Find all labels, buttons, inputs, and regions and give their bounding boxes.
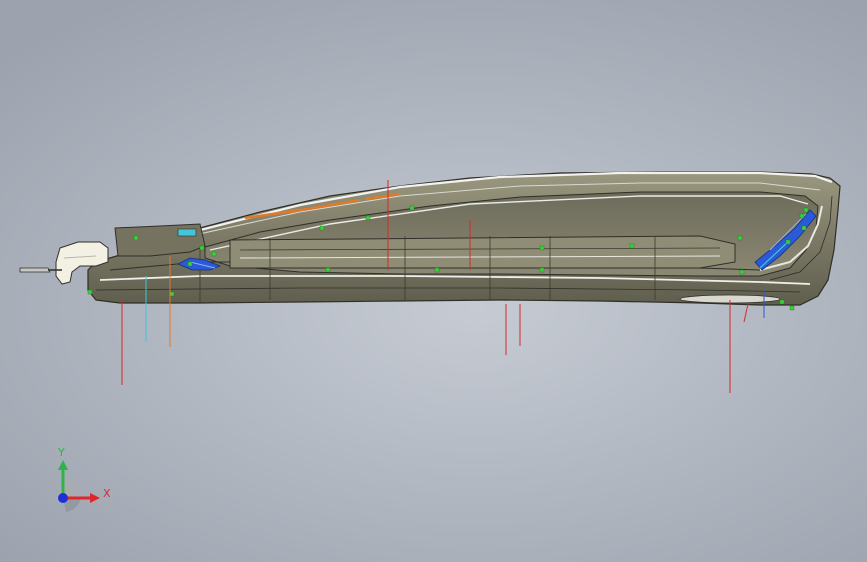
coordinate-triad: Y X [57, 446, 111, 512]
z-axis-dot-icon [58, 493, 68, 503]
cad-graphics-viewport[interactable]: Y X [0, 0, 867, 562]
x-axis-label: X [103, 487, 111, 500]
model-canvas[interactable]: Y X [0, 0, 867, 562]
y-axis-arrow-icon [58, 460, 68, 470]
y-axis-label: Y [57, 446, 65, 459]
x-axis-arrow-icon [90, 493, 100, 503]
